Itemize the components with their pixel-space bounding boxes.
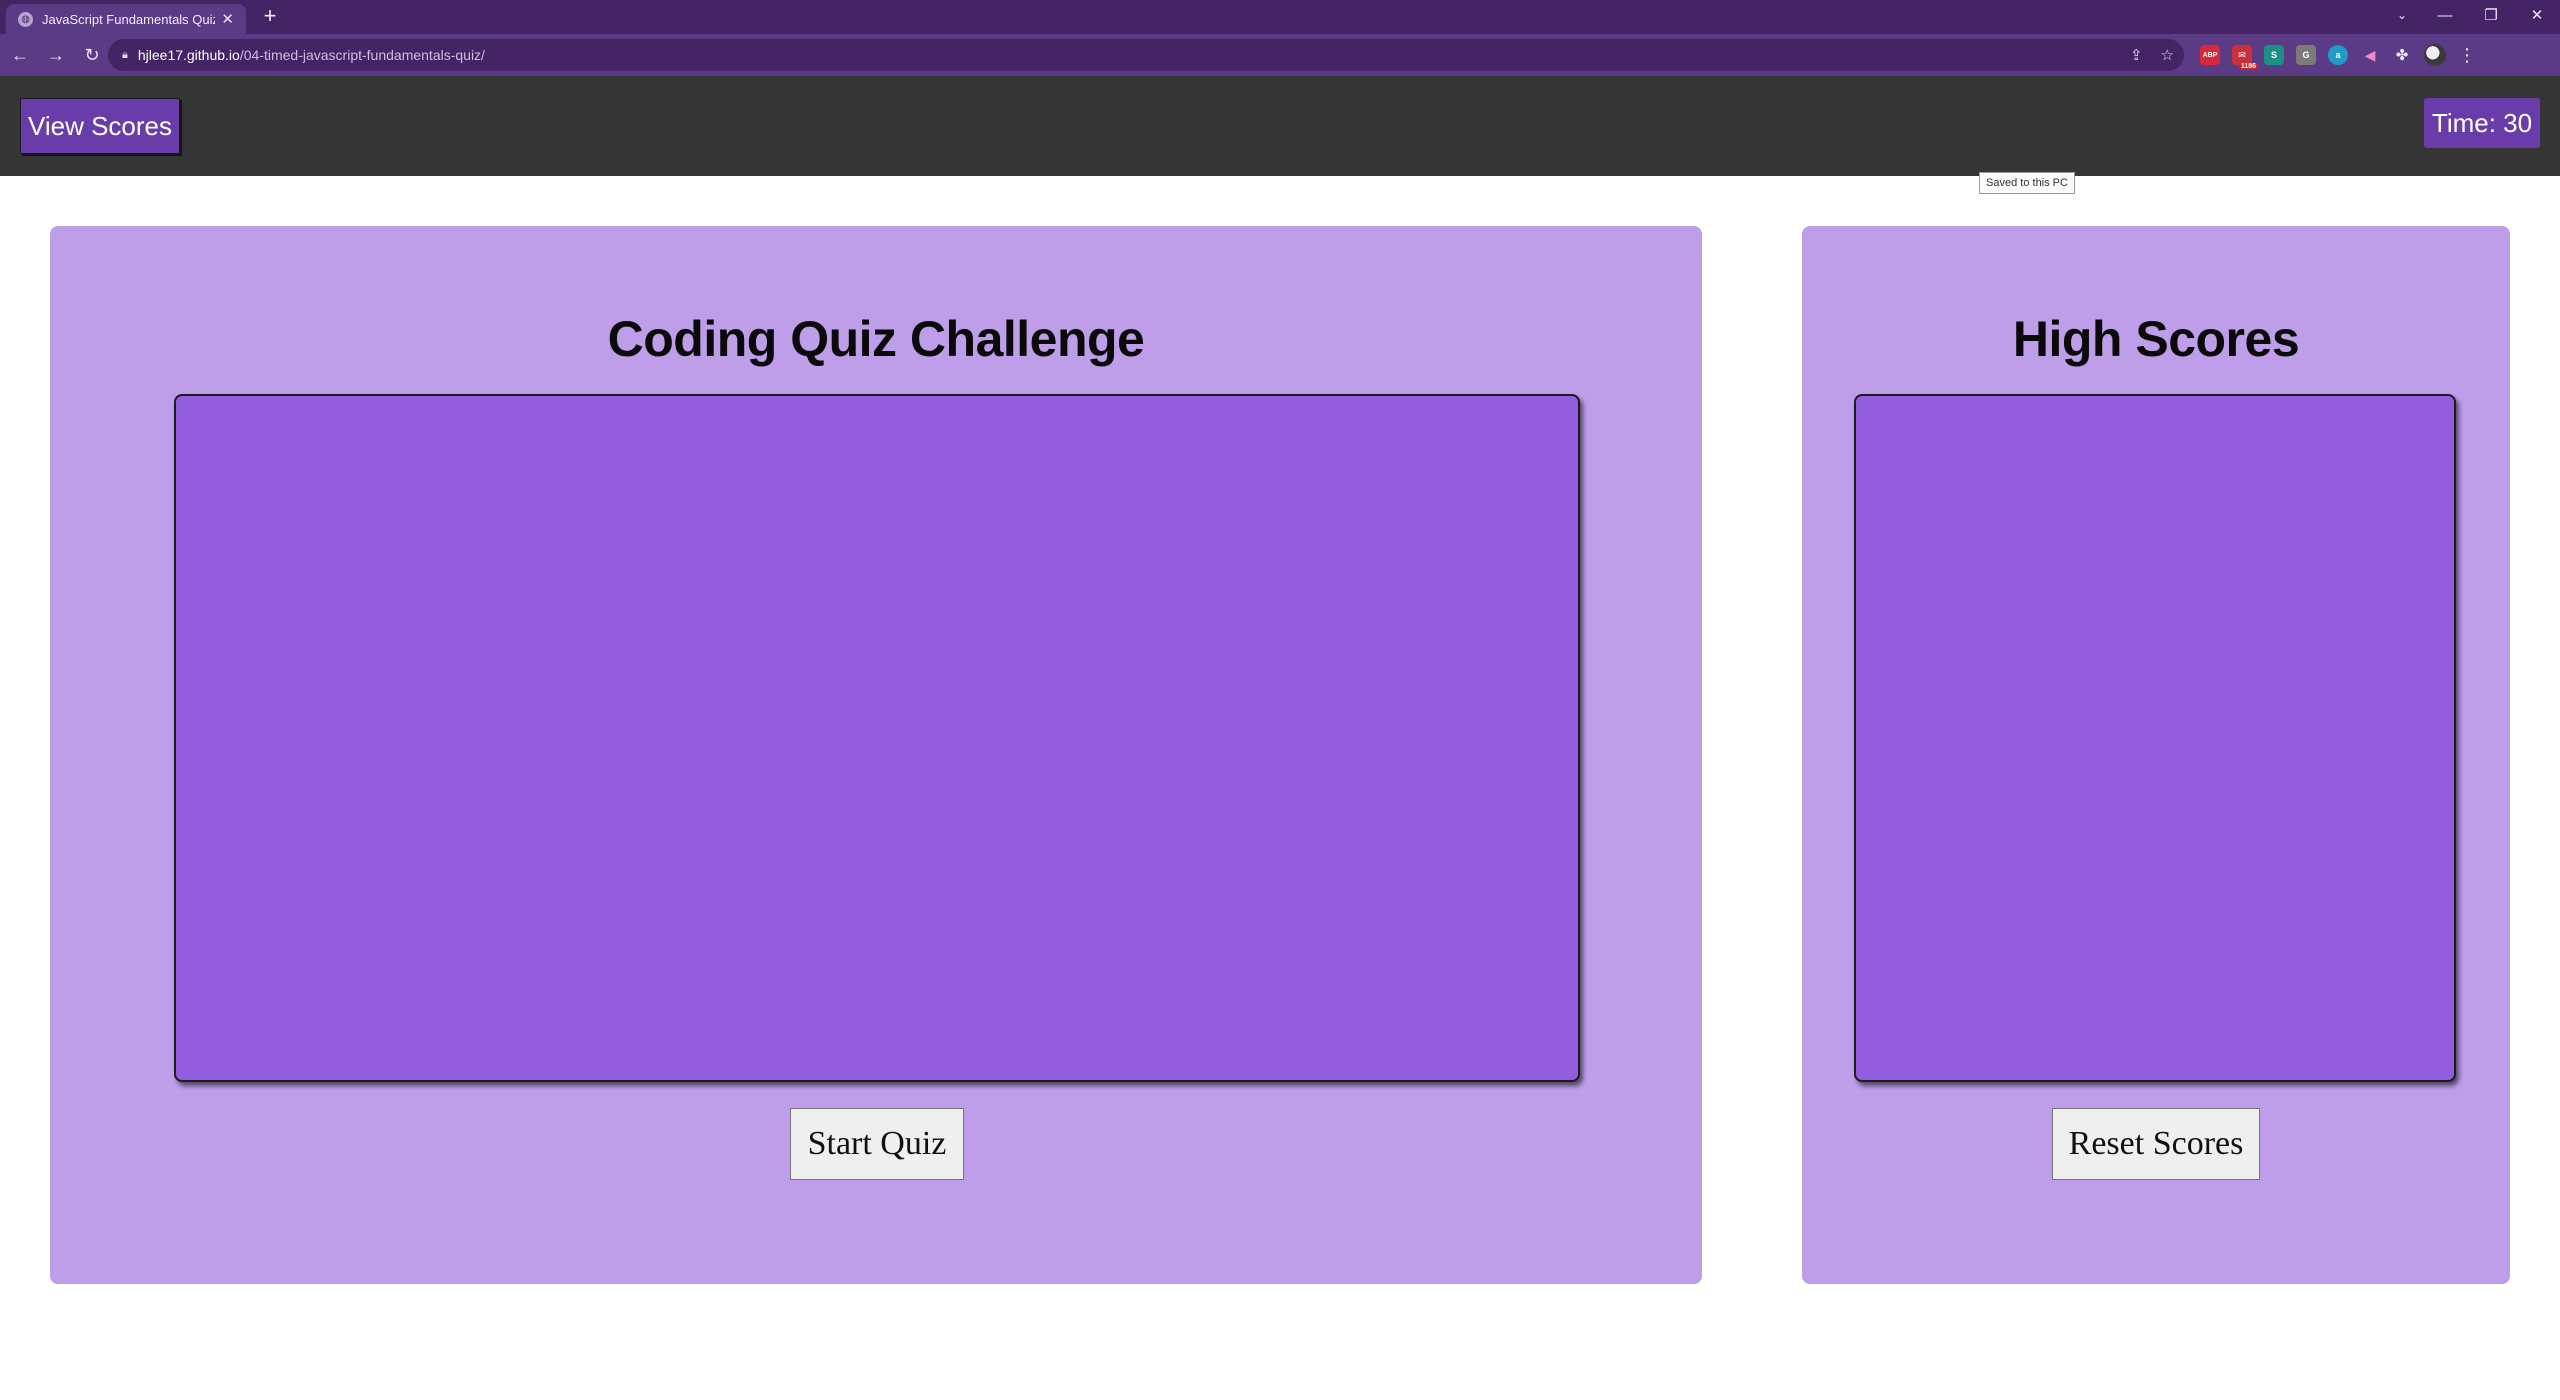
url-host: hjlee17.github.io — [137, 47, 240, 63]
forward-arrow-icon[interactable]: → — [40, 39, 72, 71]
reset-scores-button[interactable]: Reset Scores — [2052, 1108, 2260, 1180]
minimize-icon[interactable]: — — [2422, 0, 2468, 30]
browser-toolbar: ← → ↻ 🔒︎ hjlee17.github.io/04-timed-java… — [0, 34, 2560, 798]
menu-kebab-icon[interactable]: ⋮ — [2458, 45, 2476, 66]
g-extension-icon[interactable]: G — [2296, 45, 2316, 65]
high-scores-list — [1854, 394, 2456, 1082]
saved-tooltip: Saved to this PC — [1979, 172, 2075, 194]
back-arrow-icon[interactable]: ← — [4, 39, 36, 71]
quiz-panel: Coding Quiz Challenge Start Quiz — [50, 226, 1702, 1284]
browser-tab-strip: ◍ JavaScript Fundamentals Quiz ✕ + ⌄ — ❐… — [0, 0, 2560, 34]
address-bar[interactable]: 🔒︎ hjlee17.github.io/04-timed-javascript… — [108, 39, 2184, 71]
lock-icon: 🔒︎ — [122, 48, 128, 61]
restore-icon[interactable]: ❐ — [2468, 0, 2514, 30]
quiz-content-area — [174, 394, 1580, 1082]
a-extension-icon[interactable]: a — [2328, 45, 2348, 65]
view-scores-button[interactable]: View Scores — [20, 98, 180, 154]
adblock-extension-icon[interactable]: ABP — [2200, 45, 2220, 65]
extensions-puzzle-icon[interactable]: ✤ — [2392, 45, 2412, 65]
window-close-icon[interactable]: ✕ — [2514, 0, 2560, 30]
tab-search-icon[interactable]: ⌄ — [2382, 0, 2422, 30]
high-scores-panel: High Scores Reset Scores — [1802, 226, 2510, 1284]
screen-capture-extension-icon[interactable]: ◀ — [2360, 45, 2380, 65]
tab-close-icon[interactable]: ✕ — [221, 10, 234, 28]
mail-extension-icon[interactable]: ✉ 1186 — [2232, 45, 2258, 70]
window-controls: ⌄ — ❐ ✕ — [2382, 0, 2560, 34]
browser-tab[interactable]: ◍ JavaScript Fundamentals Quiz ✕ — [6, 4, 246, 34]
globe-icon: ◍ — [18, 11, 33, 27]
high-scores-title: High Scores — [2012, 311, 2300, 367]
reload-icon[interactable]: ↻ — [76, 39, 108, 71]
new-tab-button[interactable]: + — [258, 5, 282, 29]
url-path: /04-timed-javascript-fundamentals-quiz/ — [239, 47, 485, 63]
bookmark-star-icon[interactable]: ☆ — [2161, 46, 2174, 64]
timer-display: Time: 30 — [2424, 98, 2540, 148]
s-extension-icon[interactable]: S — [2264, 45, 2284, 65]
page-header: View Scores Time: 30 — [0, 76, 2560, 176]
mail-count-badge: 1186 — [2238, 63, 2258, 70]
share-icon[interactable]: ⇪ — [2130, 46, 2143, 64]
tab-title: JavaScript Fundamentals Quiz — [42, 11, 216, 27]
start-quiz-button[interactable]: Start Quiz — [790, 1108, 964, 1180]
profile-avatar[interactable] — [2424, 44, 2446, 66]
extensions-area: ABP ✉1186 S G a ◀ ✤ ▮ ⋮ — [2200, 34, 2476, 798]
quiz-title: Coding Quiz Challenge — [607, 311, 1145, 367]
